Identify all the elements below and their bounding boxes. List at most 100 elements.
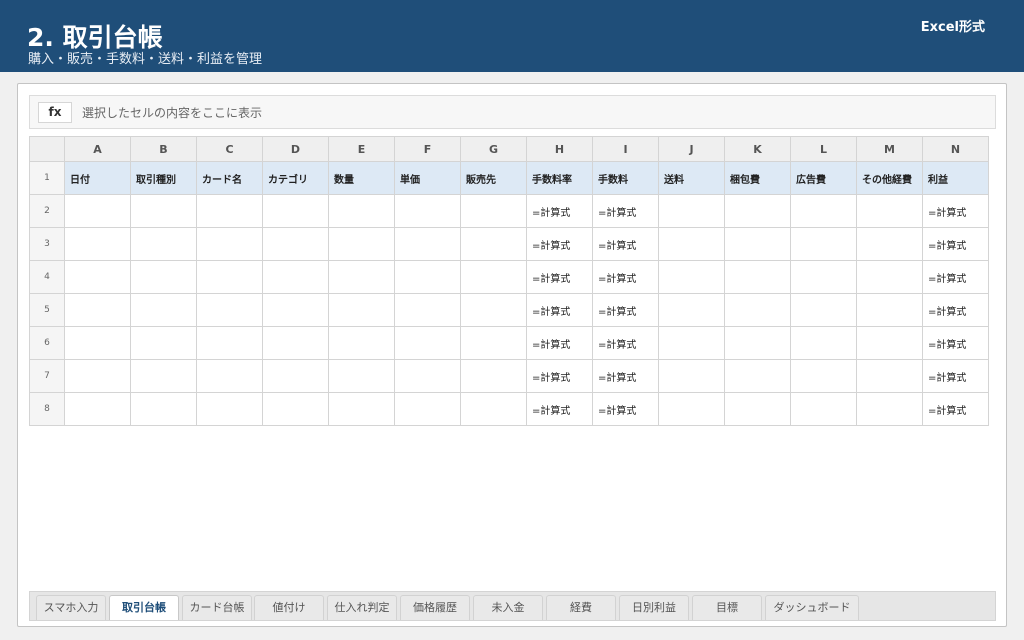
column-header-l[interactable]: L — [790, 136, 857, 162]
cell-g8[interactable] — [460, 392, 527, 426]
cell-m8[interactable] — [856, 392, 923, 426]
cell-l6[interactable] — [790, 326, 857, 360]
row-number[interactable]: 3 — [29, 227, 65, 261]
row-number[interactable]: 4 — [29, 260, 65, 294]
cell-b4[interactable] — [130, 260, 197, 294]
cell-i5[interactable]: =計算式 — [592, 293, 659, 327]
header-cell[interactable]: 梱包費 — [724, 161, 791, 195]
cell-l5[interactable] — [790, 293, 857, 327]
cell-d8[interactable] — [262, 392, 329, 426]
cell-m2[interactable] — [856, 194, 923, 228]
cell-h3[interactable]: =計算式 — [526, 227, 593, 261]
cell-m6[interactable] — [856, 326, 923, 360]
header-cell[interactable]: 利益 — [922, 161, 989, 195]
header-cell[interactable]: 取引種別 — [130, 161, 197, 195]
cell-h4[interactable]: =計算式 — [526, 260, 593, 294]
header-cell[interactable]: 広告費 — [790, 161, 857, 195]
column-header-n[interactable]: N — [922, 136, 989, 162]
cell-l4[interactable] — [790, 260, 857, 294]
sheet-tab[interactable]: 経費 — [546, 595, 616, 620]
cell-g3[interactable] — [460, 227, 527, 261]
cell-j4[interactable] — [658, 260, 725, 294]
header-cell[interactable]: 日付 — [64, 161, 131, 195]
cell-h7[interactable]: =計算式 — [526, 359, 593, 393]
sheet-tab[interactable]: 仕入れ判定 — [327, 595, 397, 620]
column-header-i[interactable]: I — [592, 136, 659, 162]
fx-icon[interactable]: fx — [38, 102, 72, 123]
column-header-k[interactable]: K — [724, 136, 791, 162]
cell-n3[interactable]: =計算式 — [922, 227, 989, 261]
formula-content[interactable]: 選択したセルの内容をここに表示 — [82, 104, 262, 122]
cell-a7[interactable] — [64, 359, 131, 393]
cell-e3[interactable] — [328, 227, 395, 261]
cell-f3[interactable] — [394, 227, 461, 261]
cell-c5[interactable] — [196, 293, 263, 327]
sheet-tab[interactable]: 目標 — [692, 595, 762, 620]
cell-i4[interactable]: =計算式 — [592, 260, 659, 294]
cell-k8[interactable] — [724, 392, 791, 426]
header-cell[interactable]: 送料 — [658, 161, 725, 195]
cell-j2[interactable] — [658, 194, 725, 228]
cell-h6[interactable]: =計算式 — [526, 326, 593, 360]
cell-d2[interactable] — [262, 194, 329, 228]
header-cell[interactable]: カテゴリ — [262, 161, 329, 195]
cell-c6[interactable] — [196, 326, 263, 360]
cell-n5[interactable]: =計算式 — [922, 293, 989, 327]
cell-d3[interactable] — [262, 227, 329, 261]
column-header-b[interactable]: B — [130, 136, 197, 162]
cell-f2[interactable] — [394, 194, 461, 228]
cell-m4[interactable] — [856, 260, 923, 294]
cell-e5[interactable] — [328, 293, 395, 327]
cell-f5[interactable] — [394, 293, 461, 327]
column-header-j[interactable]: J — [658, 136, 725, 162]
cell-n6[interactable]: =計算式 — [922, 326, 989, 360]
sheet-tab[interactable]: 値付け — [254, 595, 324, 620]
cell-h2[interactable]: =計算式 — [526, 194, 593, 228]
sheet-tab[interactable]: 取引台帳 — [109, 595, 179, 620]
cell-h5[interactable]: =計算式 — [526, 293, 593, 327]
column-header-f[interactable]: F — [394, 136, 461, 162]
cell-h8[interactable]: =計算式 — [526, 392, 593, 426]
cell-n2[interactable]: =計算式 — [922, 194, 989, 228]
cell-d6[interactable] — [262, 326, 329, 360]
header-cell[interactable]: その他経費 — [856, 161, 923, 195]
cell-k4[interactable] — [724, 260, 791, 294]
cell-g5[interactable] — [460, 293, 527, 327]
cell-e8[interactable] — [328, 392, 395, 426]
cell-g4[interactable] — [460, 260, 527, 294]
column-header-c[interactable]: C — [196, 136, 263, 162]
column-header-m[interactable]: M — [856, 136, 923, 162]
cell-b5[interactable] — [130, 293, 197, 327]
row-number[interactable]: 1 — [29, 161, 65, 195]
header-cell[interactable]: 数量 — [328, 161, 395, 195]
cell-m3[interactable] — [856, 227, 923, 261]
cell-a2[interactable] — [64, 194, 131, 228]
cell-e6[interactable] — [328, 326, 395, 360]
cell-j6[interactable] — [658, 326, 725, 360]
cell-k2[interactable] — [724, 194, 791, 228]
column-header-d[interactable]: D — [262, 136, 329, 162]
cell-l2[interactable] — [790, 194, 857, 228]
cell-c3[interactable] — [196, 227, 263, 261]
cell-d5[interactable] — [262, 293, 329, 327]
cell-i7[interactable]: =計算式 — [592, 359, 659, 393]
header-cell[interactable]: 単価 — [394, 161, 461, 195]
cell-j5[interactable] — [658, 293, 725, 327]
cell-l8[interactable] — [790, 392, 857, 426]
cell-b7[interactable] — [130, 359, 197, 393]
sheet-tab[interactable]: ダッシュボード — [765, 595, 859, 620]
cell-g2[interactable] — [460, 194, 527, 228]
row-number[interactable]: 2 — [29, 194, 65, 228]
formula-bar[interactable]: fx 選択したセルの内容をここに表示 — [29, 95, 996, 129]
cell-b3[interactable] — [130, 227, 197, 261]
cell-d4[interactable] — [262, 260, 329, 294]
sheet-tab[interactable]: 日別利益 — [619, 595, 689, 620]
cell-a8[interactable] — [64, 392, 131, 426]
cell-k5[interactable] — [724, 293, 791, 327]
sheet-tab[interactable]: 価格履歴 — [400, 595, 470, 620]
header-cell[interactable]: カード名 — [196, 161, 263, 195]
cell-i6[interactable]: =計算式 — [592, 326, 659, 360]
sheet-tab[interactable]: スマホ入力 — [36, 595, 106, 620]
column-header-h[interactable]: H — [526, 136, 593, 162]
cell-e4[interactable] — [328, 260, 395, 294]
